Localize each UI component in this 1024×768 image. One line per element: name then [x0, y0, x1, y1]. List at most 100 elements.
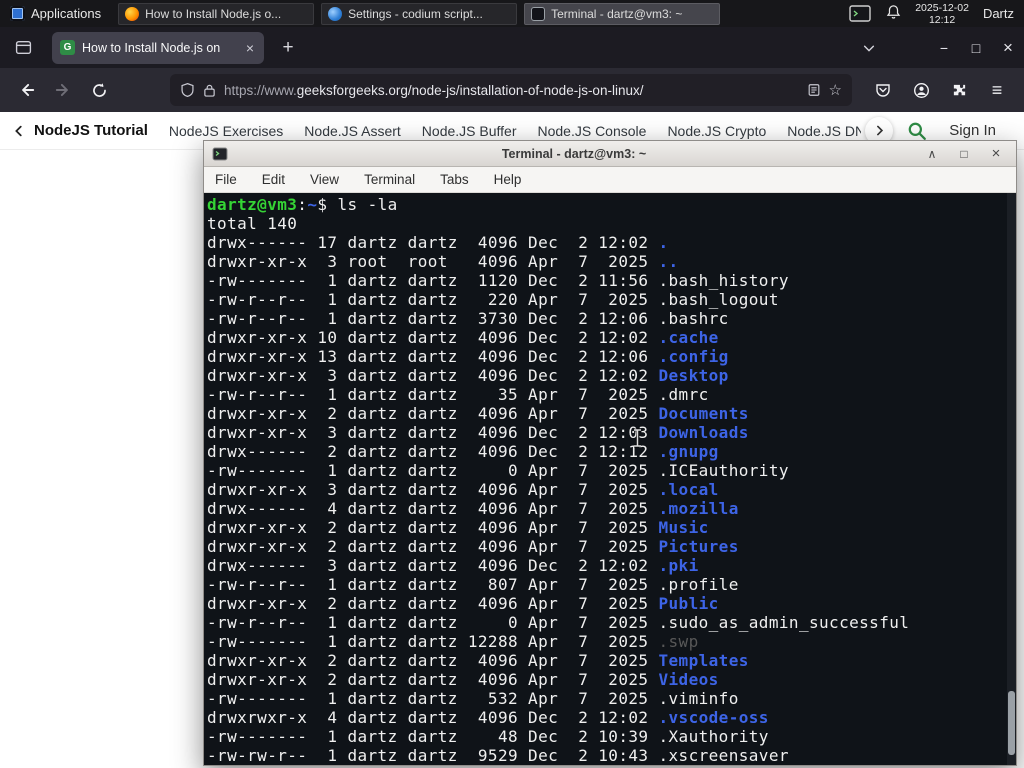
- taskbar-window-title: Settings - codium script...: [348, 6, 483, 21]
- desktop-panel: Applications How to Install Node.js o...…: [0, 0, 1024, 27]
- notification-bell-icon[interactable]: [886, 4, 901, 23]
- terminal-scrollbar[interactable]: [1007, 193, 1016, 765]
- browser-tab[interactable]: G How to Install Node.js on ×: [52, 31, 264, 64]
- terminal-listing-line: drwxr-xr-x 3 dartz dartz 4096 Dec 2 12:0…: [207, 366, 1016, 385]
- terminal-listing-line: -rw------- 1 dartz dartz 0 Apr 7 2025 .I…: [207, 461, 1016, 480]
- file-name: Desktop: [658, 366, 729, 385]
- file-name: .dmrc: [658, 385, 709, 404]
- panel-tray: 2025-12-02 12:12 Dartz: [848, 0, 1024, 27]
- terminal-close-button[interactable]: ×: [984, 145, 1008, 162]
- panel-clock[interactable]: 2025-12-02 12:12: [915, 2, 969, 26]
- site-nav-link[interactable]: Node.JS Assert: [304, 123, 401, 139]
- site-nav-link[interactable]: Node.JS Crypto: [667, 123, 766, 139]
- file-attributes: -rw------- 1 dartz dartz 12288 Apr 7 202…: [207, 632, 659, 651]
- file-name: .profile: [658, 575, 739, 594]
- terminal-listing-line: drwx------ 2 dartz dartz 4096 Dec 2 12:1…: [207, 442, 1016, 461]
- lock-icon[interactable]: [203, 83, 216, 98]
- url-text[interactable]: https://www.geeksforgeeks.org/node-js/in…: [224, 83, 799, 98]
- url-bar[interactable]: https://www.geeksforgeeks.org/node-js/in…: [170, 74, 852, 106]
- terminal-menu-item[interactable]: File: [215, 172, 237, 187]
- file-name: .pki: [658, 556, 699, 575]
- site-nav-link[interactable]: Node.JS Console: [537, 123, 646, 139]
- sign-in-button[interactable]: Sign In: [949, 122, 1012, 139]
- account-icon[interactable]: [904, 74, 938, 106]
- new-tab-button[interactable]: +: [274, 37, 302, 59]
- site-nav-link[interactable]: NodeJS Exercises: [169, 123, 283, 139]
- terminal-listing-line: -rw-r--r-- 1 dartz dartz 3730 Dec 2 12:0…: [207, 309, 1016, 328]
- terminal-prompt-symbol: $: [317, 195, 328, 214]
- taskbar-window-button[interactable]: How to Install Node.js o...: [118, 2, 315, 25]
- file-name: ..: [658, 252, 679, 271]
- file-attributes: drwxr-xr-x 2 dartz dartz 4096 Apr 7 2025: [207, 537, 659, 556]
- menu-icon[interactable]: ≡: [980, 74, 1014, 106]
- terminal-titlebar[interactable]: Terminal - dartz@vm3: ~ ∧ □ ×: [204, 141, 1016, 167]
- reader-mode-icon[interactable]: [807, 83, 821, 97]
- file-name: .: [658, 233, 669, 252]
- file-attributes: drwxr-xr-x 3 dartz dartz 4096 Apr 7 2025: [207, 480, 659, 499]
- applications-menu-button[interactable]: Applications: [0, 0, 111, 27]
- file-name: Templates: [658, 651, 749, 670]
- terminal-shade-button[interactable]: ∧: [920, 147, 944, 161]
- reload-button[interactable]: [82, 74, 116, 106]
- terminal-menu-item[interactable]: View: [310, 172, 339, 187]
- applications-icon: [10, 6, 25, 21]
- terminal-listing-line: -rw------- 1 dartz dartz 1120 Dec 2 11:5…: [207, 271, 1016, 290]
- terminal-maximize-button[interactable]: □: [952, 147, 976, 161]
- pocket-icon[interactable]: [866, 74, 900, 106]
- terminal-listing-line: -rw-r--r-- 1 dartz dartz 220 Apr 7 2025 …: [207, 290, 1016, 309]
- file-name: .viminfo: [658, 689, 739, 708]
- terminal-total-line: total 140: [207, 214, 298, 233]
- terminal-listing-line: -rw------- 1 dartz dartz 12288 Apr 7 202…: [207, 632, 1016, 651]
- close-button[interactable]: ×: [992, 38, 1024, 58]
- file-attributes: drwxrwxr-x 4 dartz dartz 4096 Dec 2 12:0…: [207, 708, 659, 727]
- file-name: Public: [658, 594, 719, 613]
- tab-close-icon[interactable]: ×: [244, 40, 256, 56]
- terminal-listing-line: -rw------- 1 dartz dartz 532 Apr 7 2025 …: [207, 689, 1016, 708]
- file-name: .bash_history: [658, 271, 789, 290]
- clock-time: 12:12: [928, 13, 956, 26]
- site-nav-link[interactable]: Node.JS Buffer: [422, 123, 517, 139]
- terminal-listing-line: -rw-rw-r-- 1 dartz dartz 9529 Dec 2 10:4…: [207, 746, 1016, 765]
- terminal-scrollbar-thumb[interactable]: [1008, 691, 1015, 755]
- file-attributes: drwxr-xr-x 2 dartz dartz 4096 Apr 7 2025: [207, 404, 659, 423]
- list-all-tabs-icon[interactable]: [852, 41, 886, 55]
- site-nav-link[interactable]: Node.JS DNS: [787, 123, 861, 139]
- file-attributes: -rw-r--r-- 1 dartz dartz 220 Apr 7 2025: [207, 290, 659, 309]
- maximize-button[interactable]: □: [960, 40, 992, 56]
- forward-button[interactable]: [46, 74, 80, 106]
- tracking-shield-icon[interactable]: [180, 82, 195, 98]
- terminal-menu-item[interactable]: Edit: [262, 172, 285, 187]
- terminal-listing-line: drwxr-xr-x 10 dartz dartz 4096 Dec 2 12:…: [207, 328, 1016, 347]
- terminal-prompt-cwd: ~: [307, 195, 318, 214]
- taskbar-window-button[interactable]: Terminal - dartz@vm3: ~: [524, 2, 721, 25]
- minimize-button[interactable]: −: [928, 40, 960, 56]
- terminal-listing-line: drwxr-xr-x 2 dartz dartz 4096 Apr 7 2025…: [207, 518, 1016, 537]
- window-controls: − □ ×: [852, 38, 1024, 58]
- browser-toolbar: https://www.geeksforgeeks.org/node-js/in…: [0, 68, 1024, 112]
- terminal-listing-line: drwx------ 17 dartz dartz 4096 Dec 2 12:…: [207, 233, 1016, 252]
- terminal-menu-item[interactable]: Tabs: [440, 172, 469, 187]
- terminal-listing-line: drwx------ 4 dartz dartz 4096 Apr 7 2025…: [207, 499, 1016, 518]
- terminal-output[interactable]: dartz@vm3:~$ ls -la total 140 drwx------…: [204, 193, 1016, 765]
- terminal-command: ls -la: [327, 195, 398, 214]
- taskbar-window-icon: [125, 6, 140, 21]
- terminal-prompt-line: dartz@vm3:~$ ls -la: [207, 195, 1016, 214]
- tray-terminal-icon[interactable]: [848, 4, 872, 23]
- terminal-prompt-userhost: dartz@vm3: [207, 195, 298, 214]
- back-button[interactable]: [10, 74, 44, 106]
- firefox-view-icon[interactable]: [8, 33, 38, 63]
- search-icon[interactable]: [907, 121, 927, 141]
- file-attributes: drwxr-xr-x 3 root root 4096 Apr 7 2025: [207, 252, 659, 271]
- extensions-icon[interactable]: [942, 74, 976, 106]
- terminal-window: Terminal - dartz@vm3: ~ ∧ □ × File Edit Vi…: [203, 140, 1017, 766]
- terminal-listing-line: drwxr-xr-x 2 dartz dartz 4096 Apr 7 2025…: [207, 537, 1016, 556]
- terminal-menu-item[interactable]: Terminal: [364, 172, 415, 187]
- file-name: .vscode-oss: [658, 708, 769, 727]
- browser-tab-bar: G How to Install Node.js on × + − □ ×: [0, 27, 1024, 68]
- nav-scroll-left-icon[interactable]: [12, 124, 26, 138]
- terminal-menu-item[interactable]: Help: [494, 172, 522, 187]
- taskbar-window-button[interactable]: Settings - codium script...: [321, 2, 518, 25]
- bookmark-star-icon[interactable]: ☆: [829, 81, 842, 99]
- terminal-window-title: Terminal - dartz@vm3: ~: [501, 146, 647, 161]
- site-nav-link[interactable]: NodeJS Tutorial: [34, 122, 148, 139]
